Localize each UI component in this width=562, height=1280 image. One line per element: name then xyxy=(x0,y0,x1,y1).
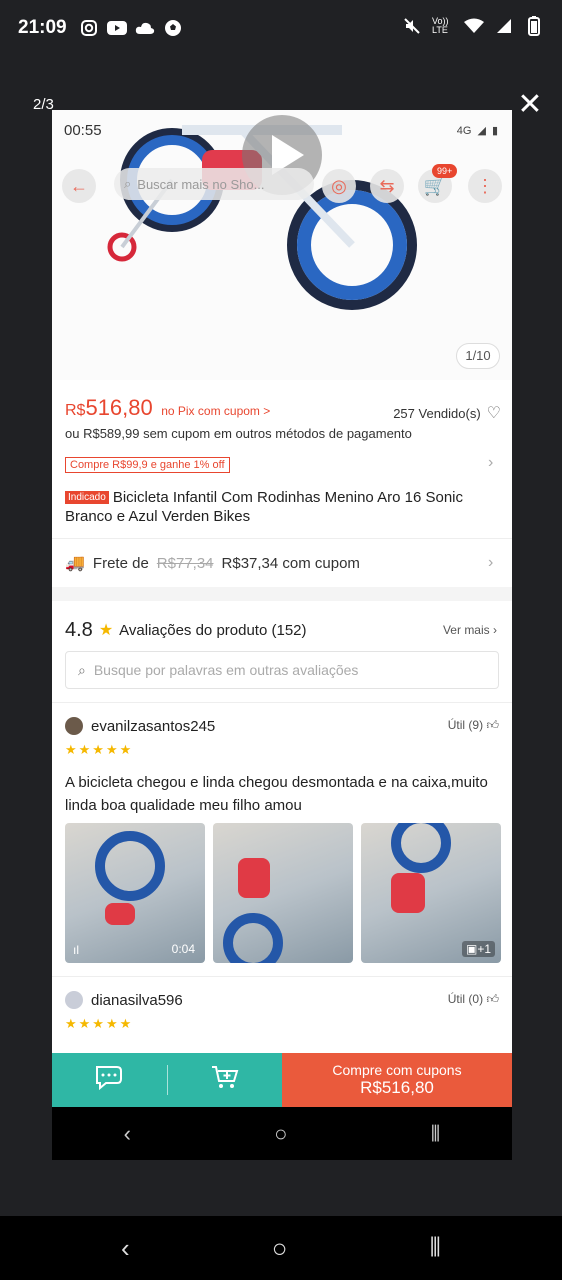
reviewer-name: dianasilva596 xyxy=(91,991,183,1009)
os-system-icons: Vo)) LTE xyxy=(402,16,544,36)
review-photo-thumb[interactable] xyxy=(213,823,353,963)
os-notification-icons xyxy=(79,18,183,38)
review-text: A bicicleta chegou e linda chegou desmon… xyxy=(65,774,488,814)
review-search-placeholder: Busque por palavras em outras avaliações xyxy=(93,662,359,678)
indicado-badge: Indicado xyxy=(65,491,109,504)
image-counter: 2/3 xyxy=(33,96,54,113)
soccer-icon xyxy=(163,18,183,38)
divider xyxy=(52,976,512,977)
add-to-cart-icon[interactable] xyxy=(168,1064,283,1096)
store-search-placeholder: Buscar mais no Sho... xyxy=(137,176,265,192)
divider xyxy=(52,702,512,703)
thumbs-up-icon: 👍︎ xyxy=(486,718,499,732)
avatar xyxy=(65,991,83,1009)
close-icon[interactable]: ✕ xyxy=(516,90,544,120)
inner-status-icons: 4G ◢ ▮ xyxy=(456,124,498,138)
search-icon: ⌕ xyxy=(124,176,132,191)
os-nav-bar: ‹ ○ ⦀ xyxy=(0,1216,562,1280)
inner-signal-icon: ◢ xyxy=(477,125,486,137)
more-options-icon[interactable]: ⋮ xyxy=(468,169,502,203)
share-icon[interactable]: ⇆ xyxy=(370,169,404,203)
thumbs-up-icon: 👍︎ xyxy=(486,992,499,1006)
home-nav-icon: ○ xyxy=(274,1120,288,1146)
review-stars: ★★★★★ xyxy=(65,742,134,757)
wifi-icon xyxy=(464,16,484,36)
shipping-old-price: R$77,34 xyxy=(156,554,214,572)
signal-icon xyxy=(494,16,514,36)
mute-icon xyxy=(402,16,422,36)
bottom-action-bar: Compre com cupons R$516,80 xyxy=(52,1053,512,1107)
heart-icon[interactable]: ♡ xyxy=(487,403,501,423)
cloud-icon xyxy=(135,18,155,38)
store-search-input[interactable]: ⌕ Buscar mais no Sho... xyxy=(114,168,314,200)
shared-screenshot: 00:55 4G ◢ ▮ ← ⌕ Buscar mais no Sho... ◎… xyxy=(52,110,512,1160)
more-photos-badge: ▣+1 xyxy=(461,941,495,957)
os-clock: 21:09 xyxy=(18,17,67,38)
truck-icon: 🚚 xyxy=(65,555,85,572)
rating-value: 4.8 xyxy=(65,618,93,641)
chat-icon[interactable] xyxy=(52,1064,167,1096)
video-icon: ıl xyxy=(73,943,79,957)
star-icon: ★ xyxy=(98,622,114,639)
product-title: Indicado Bicicleta Infantil Com Rodinhas … xyxy=(65,489,463,525)
see-more-link[interactable]: Ver mais › xyxy=(443,623,497,637)
product-hero-image[interactable]: 00:55 4G ◢ ▮ ← ⌕ Buscar mais no Sho... ◎… xyxy=(52,110,512,380)
product-top-nav: ← ⌕ Buscar mais no Sho... ◎ ⇆ 🛒 99+ ⋮ xyxy=(52,164,512,206)
section-divider xyxy=(52,587,512,601)
reviews-label: Avaliações do produto (152) xyxy=(119,621,307,639)
review-media: ıl 0:04 ▣+1 xyxy=(65,823,501,963)
gallery-page-indicator: 1/10 xyxy=(456,343,500,369)
shipping-new-price: R$37,34 com cupom xyxy=(221,554,360,572)
camera-search-icon[interactable]: ◎ xyxy=(322,169,356,203)
shipping-label: Frete de xyxy=(92,554,149,572)
pix-coupon-link[interactable]: no Pix com cupom > xyxy=(161,404,270,418)
inner-clock: 00:55 xyxy=(64,122,102,139)
sold-count: 257 Vendido(s) ♡ xyxy=(393,403,501,423)
back-nav-icon: ‹ xyxy=(123,1120,131,1146)
youtube-icon xyxy=(106,18,127,38)
review-stars: ★★★★★ xyxy=(65,1016,134,1031)
os-status-bar: 21:09 Vo)) LTE xyxy=(0,0,562,56)
reviews-header: 4.8 ★ Avaliações do produto (152) Ver ma… xyxy=(65,615,501,645)
bottom-secondary-actions xyxy=(52,1053,282,1107)
inner-battery-icon: ▮ xyxy=(491,125,498,137)
helpful-button[interactable]: Útil (9) 👍︎ xyxy=(448,718,499,733)
search-icon: ⌕ xyxy=(78,661,86,678)
inner-network-label: 4G xyxy=(456,124,472,137)
price-row: R$516,80 no Pix com cupom > 257 Vendido(… xyxy=(65,395,501,425)
alt-price-text: ou R$589,99 sem cupom em outros métodos … xyxy=(65,426,412,441)
back-nav-icon[interactable]: ‹ xyxy=(121,1233,130,1264)
inner-nav-bar: ‹ ○ ⦀ xyxy=(52,1107,512,1160)
buy-button-label: Compre com cupons xyxy=(332,1062,462,1078)
reviewer-name: evanilzasantos245 xyxy=(91,717,216,735)
back-arrow-icon[interactable]: ← xyxy=(62,169,96,203)
review-search-input[interactable]: ⌕ Busque por palavras em outras avaliaçõ… xyxy=(65,651,499,689)
instagram-icon xyxy=(79,18,99,38)
chevron-right-icon[interactable]: › xyxy=(488,454,493,472)
product-price: R$516,80 xyxy=(65,395,153,420)
coupon-tag[interactable]: Compre R$99,9 e ganhe 1% off xyxy=(65,457,230,473)
buy-with-coupons-button[interactable]: Compre com cupons R$516,80 xyxy=(282,1053,512,1107)
shipping-row[interactable]: 🚚 Frete de R$77,34 R$37,34 com cupom xyxy=(65,553,501,573)
recents-nav-icon[interactable]: ⦀ xyxy=(430,1232,441,1264)
review-photo-thumb[interactable]: ▣+1 xyxy=(361,823,501,963)
home-nav-icon[interactable]: ○ xyxy=(272,1233,288,1264)
battery-icon xyxy=(524,16,544,36)
chevron-right-icon[interactable]: › xyxy=(488,554,493,572)
recents-nav-icon: ⦀ xyxy=(430,1120,441,1146)
cart-count-badge: 99+ xyxy=(432,164,458,178)
video-duration: 0:04 xyxy=(171,942,195,956)
divider xyxy=(52,538,512,539)
review-video-thumb[interactable]: ıl 0:04 xyxy=(65,823,205,963)
buy-button-price: R$516,80 xyxy=(360,1078,434,1097)
avatar xyxy=(65,717,83,735)
reviewer-row: evanilzasantos245 Útil (9) 👍︎ xyxy=(65,715,501,737)
helpful-button[interactable]: Útil (0) 👍︎ xyxy=(448,992,499,1007)
volte-icon: Vo)) LTE xyxy=(432,16,449,35)
reviewer-row: dianasilva596 Útil (0) 👍︎ xyxy=(65,989,501,1011)
